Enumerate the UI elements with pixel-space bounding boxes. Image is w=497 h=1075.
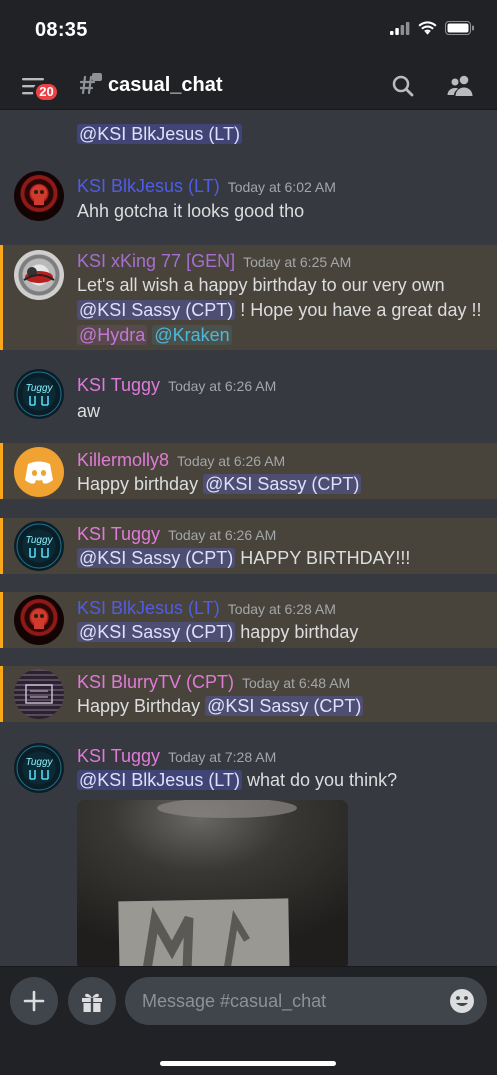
message-text-line3: @Hydra @Kraken [77, 323, 232, 348]
timestamp: Today at 6:48 AM [242, 675, 351, 691]
avatar[interactable] [14, 669, 64, 719]
message-item-mention: KSI BlurryTV (CPT) Today at 6:48 AM Happy… [0, 666, 497, 722]
home-indicator[interactable] [160, 1061, 336, 1066]
svg-text:Tuggy: Tuggy [25, 757, 53, 768]
avatar[interactable] [14, 250, 64, 300]
message-item-mention: Killermolly8 Today at 6:26 AM Happy birth… [0, 443, 497, 499]
author-name[interactable]: KSI xKing 77 [GEN] [77, 251, 235, 271]
message-item-mention: KSI xKing 77 [GEN] Today at 6:25 AM Let's… [0, 245, 497, 350]
avatar[interactable] [14, 447, 64, 497]
avatar[interactable]: Tuggy [14, 521, 64, 571]
message-text: Happy Birthday @KSI Sassy (CPT) [77, 696, 364, 716]
author-name[interactable]: KSI BlkJesus (LT) [77, 598, 220, 618]
unread-badge: 20 [33, 81, 60, 103]
user-mention[interactable]: @KSI Sassy (CPT) [77, 622, 236, 642]
message-cut-text: this is stuff we drawn [77, 110, 244, 121]
author-name[interactable]: KSI Tuggy [77, 524, 160, 544]
timestamp: Today at 7:28 AM [168, 749, 277, 765]
add-attachment-button[interactable] [10, 977, 58, 1025]
message-list[interactable]: this is stuff we drawn @KSI BlkJesus (LT… [0, 110, 497, 966]
timestamp: Today at 6:26 AM [177, 453, 286, 469]
avatar[interactable] [14, 595, 64, 645]
user-mention[interactable]: @KSI BlkJesus (LT) [77, 770, 242, 790]
message-text: aw [77, 401, 101, 421]
user-mention[interactable]: @KSI Sassy (CPT) [205, 696, 364, 716]
avatar[interactable] [14, 171, 64, 221]
plus-icon [23, 990, 45, 1012]
author-name[interactable]: Killermolly8 [77, 450, 169, 470]
svg-text:Tuggy: Tuggy [25, 383, 53, 394]
role-mention-hydra[interactable]: @Hydra [77, 325, 148, 345]
status-time: 08:35 [35, 19, 88, 41]
status-icons [390, 21, 475, 35]
skull-icon [31, 185, 47, 205]
avatar[interactable]: Tuggy [14, 369, 64, 419]
channel-name: casual_chat [108, 74, 223, 96]
message-input[interactable] [125, 977, 487, 1025]
author-name[interactable]: KSI Tuggy [77, 746, 160, 766]
user-mention[interactable]: @KSI Sassy (CPT) [77, 548, 236, 568]
author-name[interactable]: KSI BlurryTV (CPT) [77, 672, 234, 692]
members-icon[interactable] [447, 74, 473, 98]
timestamp: Today at 6:25 AM [243, 254, 352, 270]
message-text: Ahh gotcha it looks good tho [77, 201, 305, 221]
search-icon[interactable] [391, 74, 415, 98]
wifi-icon [418, 21, 437, 35]
status-bar: 08:35 [0, 0, 497, 62]
timestamp: Today at 6:02 AM [227, 179, 336, 195]
tuggy-logo-icon: Tuggy [16, 745, 62, 791]
threads-channel-icon [80, 73, 102, 95]
user-mention[interactable]: @KSI BlkJesus (LT) [77, 124, 242, 144]
svg-text:Tuggy: Tuggy [25, 535, 53, 546]
timestamp: Today at 6:28 AM [227, 601, 336, 617]
channel-header: 20 casual_chat [0, 62, 497, 110]
message-text: @KSI Sassy (CPT) HAPPY BIRTHDAY!!! [77, 548, 411, 568]
message-text-line1: Let's all wish a happy birthday to our v… [77, 275, 445, 295]
drawing-photo [77, 800, 348, 966]
skull-icon [31, 609, 47, 629]
timestamp: Today at 6:26 AM [168, 378, 277, 394]
message-text: @KSI BlkJesus (LT) what do you think? [77, 770, 398, 790]
message-item: Tuggy KSI Tuggy Today at 6:26 AM aw [0, 365, 497, 433]
tuggy-logo-icon: Tuggy [16, 523, 62, 569]
avatar[interactable]: Tuggy [14, 743, 64, 793]
message-item-mention: KSI BlkJesus (LT) Today at 6:28 AM @KSI S… [0, 592, 497, 648]
blurry-logo-icon [25, 684, 53, 704]
user-mention[interactable]: @KSI Sassy (CPT) [77, 300, 236, 320]
message-partial: this is stuff we drawn @KSI BlkJesus (LT… [0, 110, 497, 148]
message-composer [0, 966, 497, 1075]
discord-logo-icon [25, 461, 53, 484]
gift-icon [82, 993, 102, 1012]
message-item-mention: Tuggy KSI Tuggy Today at 6:26 AM @KSI Sas… [0, 518, 497, 574]
signal-icon [390, 21, 410, 35]
author-name[interactable]: KSI Tuggy [77, 375, 160, 395]
image-attachment[interactable] [77, 800, 348, 966]
author-name[interactable]: KSI BlkJesus (LT) [77, 176, 220, 196]
message-item: KSI BlkJesus (LT) Today at 6:02 AM Ahh go… [0, 162, 497, 228]
gift-button[interactable] [68, 977, 116, 1025]
message-text: Happy birthday @KSI Sassy (CPT) [77, 474, 362, 494]
battery-icon [445, 21, 474, 35]
role-mention-kraken[interactable]: @Kraken [152, 325, 232, 345]
emoji-icon[interactable] [449, 988, 475, 1014]
car-logo-icon [23, 267, 55, 283]
message-text-line2: @KSI Sassy (CPT) ! Hope you have a great… [77, 300, 482, 320]
message-text: @KSI Sassy (CPT) happy birthday [77, 622, 359, 642]
tuggy-logo-icon: Tuggy [16, 371, 62, 417]
timestamp: Today at 6:26 AM [168, 527, 277, 543]
user-mention[interactable]: @KSI Sassy (CPT) [203, 474, 362, 494]
